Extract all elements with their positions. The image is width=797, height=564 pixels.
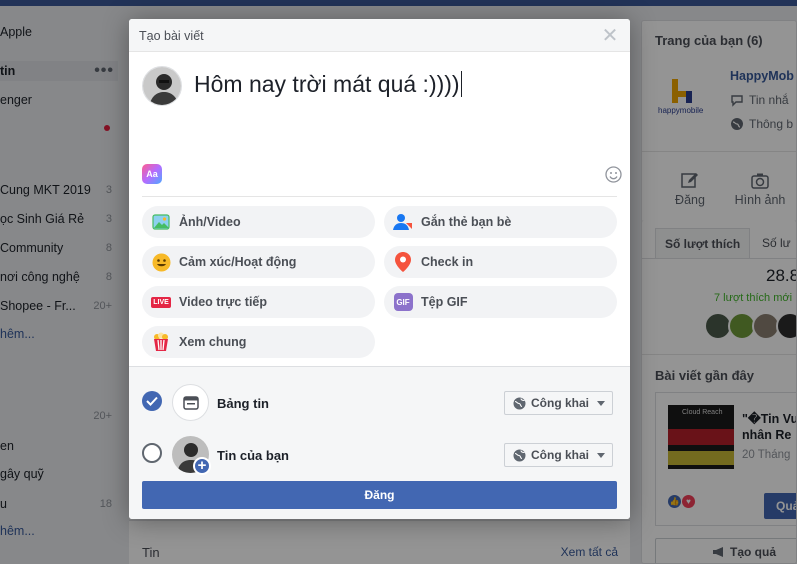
tag-friends-button[interactable]: Gắn thẻ bạn bè <box>384 206 617 238</box>
watch-party-icon <box>154 332 168 351</box>
divider <box>142 196 617 197</box>
photo-video-button[interactable]: Ảnh/Video <box>142 206 375 238</box>
news-feed-icon <box>172 384 209 421</box>
checkmark-icon <box>146 396 158 406</box>
dialog-title: Tạo bài viết <box>139 29 204 43</box>
news-feed-checkbox[interactable] <box>142 391 162 411</box>
gif-button[interactable]: GIF Tệp GIF <box>384 286 617 318</box>
photo-video-icon <box>152 214 170 230</box>
globe-icon <box>513 449 526 461</box>
background-picker-button[interactable]: Aa <box>142 164 162 184</box>
chevron-down-icon <box>597 400 606 406</box>
post-submit-button[interactable]: Đăng <box>142 481 617 509</box>
feeling-icon <box>152 253 170 271</box>
close-icon[interactable]: ✕ <box>600 25 620 47</box>
tag-friends-icon <box>393 214 412 230</box>
live-video-icon: LIVE <box>151 296 171 308</box>
watch-party-button[interactable]: Xem chung <box>142 326 375 358</box>
story-checkbox[interactable] <box>142 443 162 463</box>
dialog-header: Tạo bài viết ✕ <box>129 19 630 52</box>
feeling-activity-button[interactable]: Cảm xúc/Hoạt động <box>142 246 375 278</box>
plus-icon: + <box>193 457 211 475</box>
gif-icon: GIF <box>393 293 413 311</box>
check-in-button[interactable]: Check in <box>384 246 617 278</box>
globe-icon <box>513 397 526 409</box>
news-feed-label: Bảng tin <box>217 396 269 411</box>
post-composer-input[interactable]: Hôm nay trời mát quá :)))) <box>194 71 462 98</box>
story-privacy-select[interactable]: Công khai <box>504 443 613 467</box>
emoji-icon[interactable] <box>605 166 622 183</box>
news-feed-privacy-select[interactable]: Công khai <box>504 391 613 415</box>
create-post-dialog: Tạo bài viết ✕ Hôm nay trời mát quá :)))… <box>129 19 630 519</box>
story-label: Tin của bạn <box>217 448 289 463</box>
author-avatar[interactable] <box>142 66 182 106</box>
audience-row-story[interactable]: + Tin của bạn Công khai <box>129 424 630 475</box>
location-pin-icon <box>395 252 411 272</box>
text-cursor <box>460 71 462 97</box>
live-video-button[interactable]: LIVE Video trực tiếp <box>142 286 375 318</box>
chevron-down-icon <box>597 452 606 458</box>
profile-photo-icon <box>143 67 181 105</box>
audience-row-news-feed[interactable]: Bảng tin Công khai <box>129 372 630 421</box>
